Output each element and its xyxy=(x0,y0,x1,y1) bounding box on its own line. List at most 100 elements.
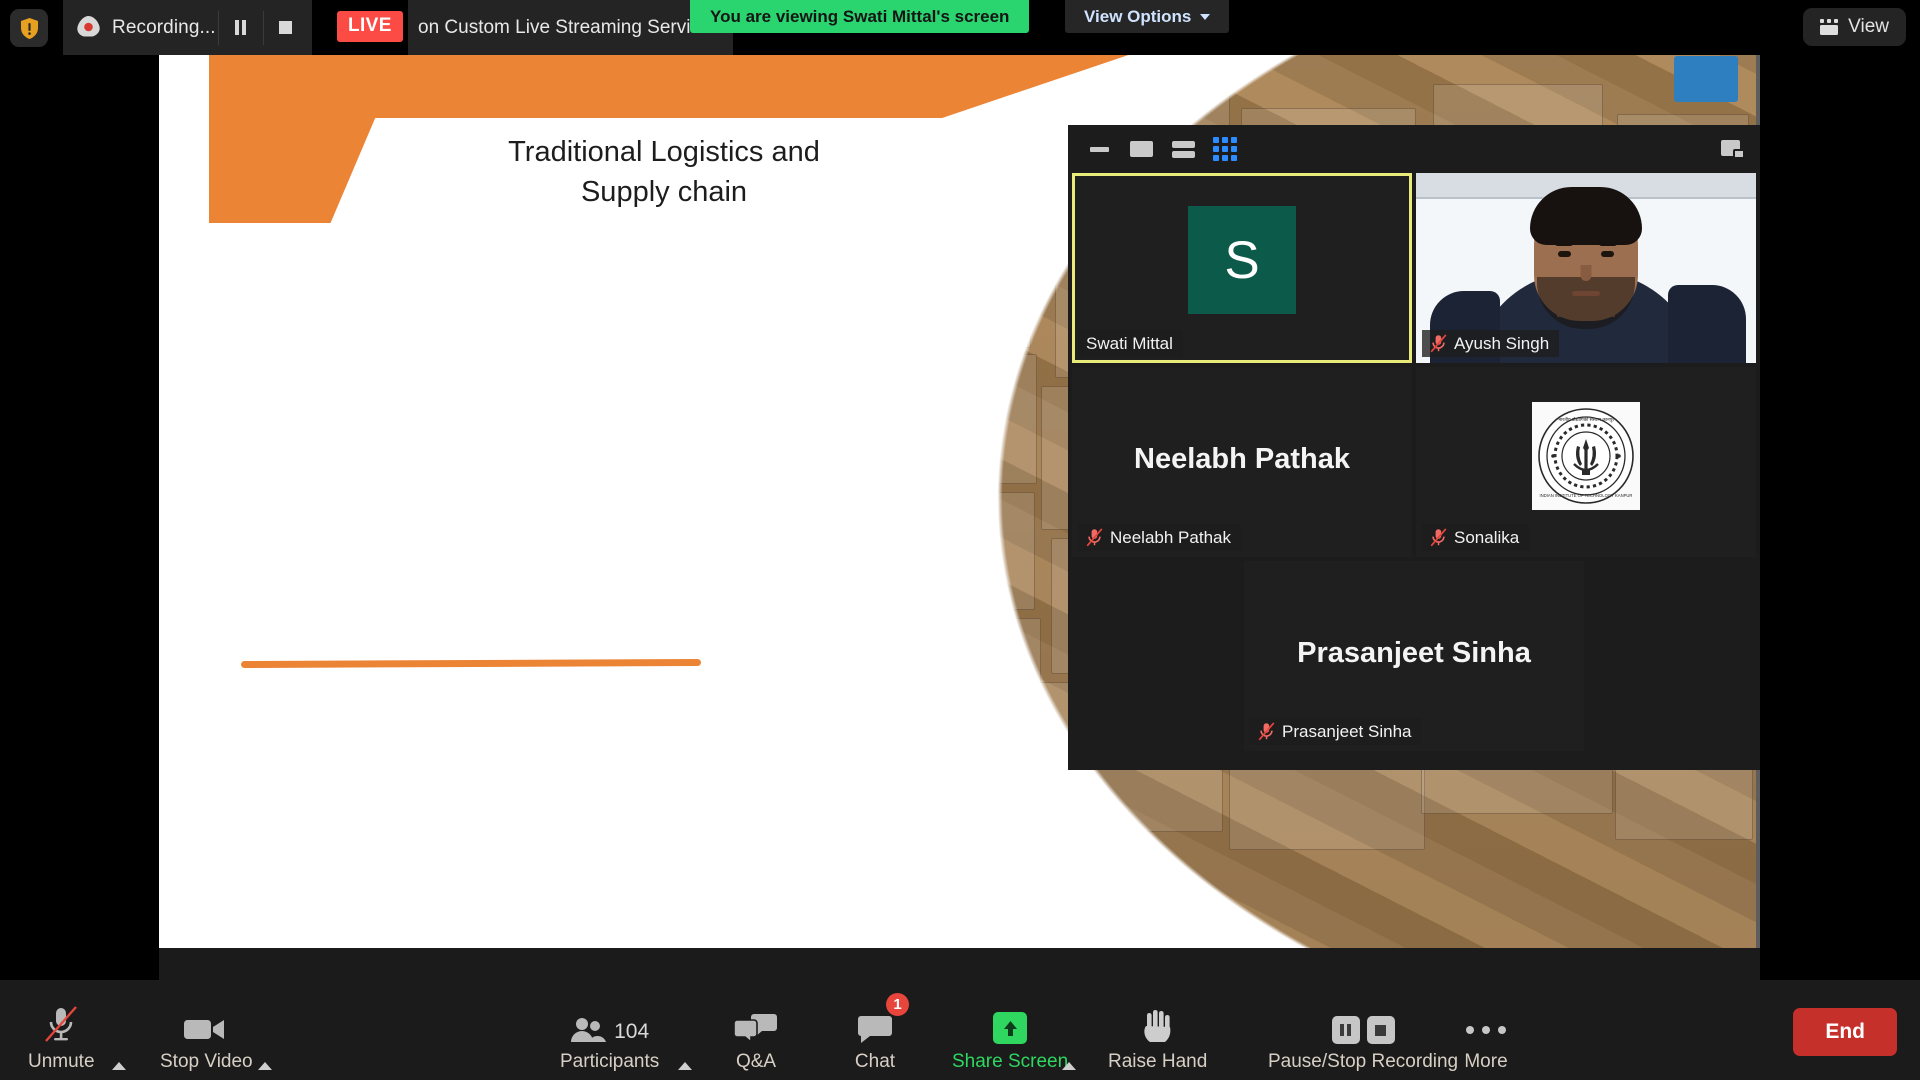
chat-unread-badge: 1 xyxy=(886,993,909,1016)
participant-display-name: Neelabh Pathak xyxy=(1134,442,1350,475)
stop-icon xyxy=(279,21,293,34)
participant-name-label: Ayush Singh xyxy=(1422,330,1560,357)
minimize-view-button[interactable] xyxy=(1084,135,1114,163)
photo-blue-crate xyxy=(1674,56,1738,102)
zoom-meeting-window: Recording... LIVE on Custom Live Streami… xyxy=(0,0,1920,1080)
participant-video-panel: S Swati Mittal Ayush Singh Neelabh Patha… xyxy=(1068,125,1760,770)
participant-tile[interactable]: Ayush Singh xyxy=(1416,173,1756,363)
stacked-view-button[interactable] xyxy=(1168,135,1198,163)
participant-name: Neelabh Pathak xyxy=(1110,527,1231,547)
participant-tiles: S Swati Mittal Ayush Singh Neelabh Patha… xyxy=(1068,173,1760,770)
security-shield-button[interactable] xyxy=(10,9,48,47)
layout-button-group xyxy=(1084,135,1240,163)
pause-recording-button[interactable] xyxy=(221,0,261,55)
picture-in-picture-icon xyxy=(1721,139,1745,159)
active-speaker-view-button[interactable] xyxy=(1126,135,1156,163)
qa-button[interactable]: Q&A xyxy=(726,1002,786,1073)
participant-tile[interactable]: Neelabh Pathak Neelabh Pathak xyxy=(1072,367,1412,557)
pause-stop-recording-icon xyxy=(1331,1002,1395,1044)
gallery-grid-icon xyxy=(1213,137,1237,161)
participant-tile[interactable]: Prasanjeet Sinha Prasanjeet Sinha xyxy=(1244,561,1584,751)
stop-video-label: Stop Video xyxy=(160,1051,253,1072)
microphone-muted-icon xyxy=(43,1002,79,1044)
unmute-button[interactable]: Unmute xyxy=(28,1002,95,1073)
stop-recording-button[interactable] xyxy=(266,0,306,55)
previous-slide-arrow[interactable]: ‹ xyxy=(859,503,869,533)
raised-hand-icon xyxy=(1141,1002,1175,1044)
participant-tile[interactable]: S Swati Mittal xyxy=(1072,173,1412,363)
share-screen-button[interactable]: Share Screen xyxy=(952,1002,1068,1073)
ellipsis-icon xyxy=(1466,1002,1506,1044)
participant-name: Prasanjeet Sinha xyxy=(1282,721,1412,741)
pause-stop-recording-button[interactable]: Pause/Stop Recording xyxy=(1268,1002,1458,1073)
microphone-muted-icon xyxy=(1086,528,1103,547)
video-options-caret[interactable] xyxy=(258,1062,272,1070)
stop-icon xyxy=(1366,1016,1395,1044)
participant-display-name: Prasanjeet Sinha xyxy=(1297,636,1531,669)
microphone-muted-icon xyxy=(1430,334,1447,353)
chat-label: Chat xyxy=(854,1051,896,1072)
slide-underline-stroke xyxy=(240,658,702,669)
meeting-top-bar: Recording... LIVE on Custom Live Streami… xyxy=(0,0,1920,55)
more-button[interactable]: More xyxy=(1456,1002,1516,1073)
microphone-muted-icon xyxy=(1258,722,1275,741)
viewing-screen-banner: You are viewing Swati Mittal's screen xyxy=(690,0,1030,33)
stacked-panes-icon xyxy=(1171,140,1195,158)
participants-options-caret[interactable] xyxy=(678,1062,692,1070)
unmute-label: Unmute xyxy=(28,1051,95,1072)
participant-name: Ayush Singh xyxy=(1454,333,1550,353)
end-meeting-button[interactable]: End xyxy=(1793,1008,1897,1056)
chat-button[interactable]: 1 Chat xyxy=(845,993,909,1073)
view-layout-button[interactable]: View xyxy=(1803,8,1906,46)
participant-tile[interactable]: भारतीय प्रौद्योगिकी संस्थान कानपुर INDIA… xyxy=(1416,367,1756,557)
live-badge: LIVE xyxy=(337,11,403,42)
recording-dot-icon xyxy=(75,14,102,41)
more-label: More xyxy=(1464,1051,1508,1072)
qa-bubbles-icon xyxy=(734,1002,778,1044)
view-options-label: View Options xyxy=(1084,6,1192,26)
chat-bubble-icon: 1 xyxy=(858,993,909,1044)
participant-name-label: Sonalika xyxy=(1422,524,1530,551)
gallery-view-button[interactable] xyxy=(1210,135,1240,163)
video-camera-icon xyxy=(184,1002,228,1044)
stop-video-button[interactable]: Stop Video xyxy=(160,1002,253,1073)
qa-label: Q&A xyxy=(735,1051,777,1072)
participant-name: Swati Mittal xyxy=(1086,333,1173,353)
share-screen-label: Share Screen xyxy=(952,1051,1069,1072)
pause-icon xyxy=(1331,1016,1360,1044)
divider xyxy=(217,10,219,45)
slide-title-line-1: Traditional Logistics and xyxy=(508,136,820,168)
svg-text:भारतीय प्रौद्योगिकी संस्थान का: भारतीय प्रौद्योगिकी संस्थान कानपुर xyxy=(1558,416,1614,423)
picture-in-picture-button[interactable] xyxy=(1718,136,1748,162)
gallery-grid-icon xyxy=(1820,19,1839,35)
svg-text:INDIAN INSTITUTE OF TECHNOLOGY: INDIAN INSTITUTE OF TECHNOLOGY KANPUR xyxy=(1540,493,1633,498)
live-service-label: on Custom Live Streaming Service xyxy=(408,0,733,55)
avatar-initial: S xyxy=(1224,230,1260,290)
panel-toolbar xyxy=(1068,125,1760,173)
participants-icon: 104 xyxy=(570,1002,649,1044)
pause-icon xyxy=(235,20,247,35)
single-pane-icon xyxy=(1129,141,1153,157)
participant-name: Sonalika xyxy=(1454,527,1520,547)
minimize-icon xyxy=(1089,146,1109,152)
microphone-muted-icon xyxy=(1430,528,1447,547)
participant-name-label: Neelabh Pathak xyxy=(1078,524,1241,551)
avatar: S xyxy=(1188,206,1296,315)
slide-accent-corner xyxy=(209,48,405,223)
slide-title: Traditional Logistics and Supply chain xyxy=(394,133,934,212)
share-options-caret[interactable] xyxy=(1062,1062,1076,1070)
chevron-down-icon xyxy=(1200,13,1211,20)
recording-status-label: Recording... xyxy=(112,16,216,38)
divider xyxy=(262,10,264,45)
raise-hand-label: Raise Hand xyxy=(1108,1051,1208,1072)
institute-seal-icon: भारतीय प्रौद्योगिकी संस्थान कानपुर INDIA… xyxy=(1532,402,1640,511)
shield-warning-icon xyxy=(20,17,38,39)
recording-status-group: Recording... xyxy=(63,0,312,55)
participant-name-label: Prasanjeet Sinha xyxy=(1250,718,1422,745)
share-screen-up-arrow-icon xyxy=(993,1002,1028,1044)
raise-hand-button[interactable]: Raise Hand xyxy=(1108,1002,1207,1073)
audio-options-caret[interactable] xyxy=(112,1062,126,1070)
view-options-button[interactable]: View Options xyxy=(1065,0,1230,33)
participants-label: Participants xyxy=(560,1051,660,1072)
participants-button[interactable]: 104 Participants xyxy=(560,1002,659,1073)
